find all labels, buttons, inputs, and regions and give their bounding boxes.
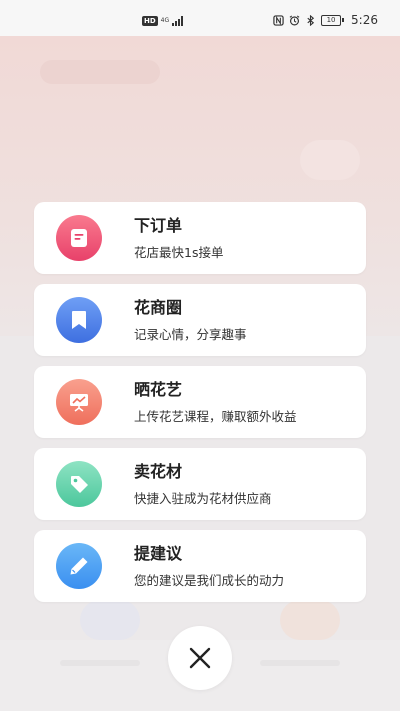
menu-item-subtitle: 您的建议是我们成长的动力 — [134, 573, 285, 588]
background-shape — [40, 60, 160, 84]
status-bar: HD 4G 10 5:26 — [0, 0, 400, 36]
network-type-label: 4G — [160, 17, 170, 24]
network-indicator: HD 4G — [142, 14, 183, 28]
menu-item-title: 花商圈 — [134, 298, 183, 317]
menu-item-suggestion[interactable]: 提建议 您的建议是我们成长的动力 — [34, 530, 366, 602]
clock: 5:26 — [351, 13, 378, 27]
menu-item-title: 晒花艺 — [134, 380, 183, 399]
order-icon-glyph — [71, 229, 87, 247]
menu-item-place-order[interactable]: 下订单 花店最快1s接单 — [34, 202, 366, 274]
background-shape — [60, 660, 140, 666]
bookmark-icon — [56, 297, 102, 343]
menu-item-subtitle: 上传花艺课程，赚取额外收益 — [134, 409, 297, 424]
menu-item-title: 卖花材 — [134, 462, 183, 481]
nfc-icon — [273, 14, 284, 26]
presentation-icon — [56, 379, 102, 425]
bookmark-icon-glyph — [72, 311, 86, 329]
battery-level: 10 — [321, 14, 342, 26]
pencil-icon-glyph — [70, 557, 88, 575]
pencil-icon — [56, 543, 102, 589]
menu-item-sell-materials[interactable]: 卖花材 快捷入驻成为花材供应商 — [34, 448, 366, 520]
bluetooth-icon — [307, 14, 315, 26]
presentation-icon-glyph — [70, 394, 88, 412]
menu-item-title: 提建议 — [134, 544, 183, 563]
alarm-icon — [289, 15, 300, 25]
hd-badge: HD — [142, 16, 158, 26]
close-button[interactable] — [168, 626, 232, 690]
menu-item-subtitle: 快捷入驻成为花材供应商 — [134, 491, 272, 506]
battery-icon: 10 — [321, 14, 345, 26]
background-shape — [80, 600, 140, 640]
menu-item-share-floral-art[interactable]: 晒花艺 上传花艺课程，赚取额外收益 — [34, 366, 366, 438]
status-icons: 10 5:26 — [273, 12, 378, 28]
price-tag-icon-glyph — [71, 476, 88, 493]
menu-item-title: 下订单 — [134, 216, 183, 235]
order-icon — [56, 215, 102, 261]
signal-icon — [171, 16, 183, 26]
close-icon — [189, 647, 211, 669]
menu-item-subtitle: 记录心情，分享趣事 — [134, 327, 247, 342]
background-shape — [280, 600, 340, 640]
background-shape — [260, 660, 340, 666]
network-type: 4G — [161, 18, 169, 24]
price-tag-icon — [56, 461, 102, 507]
background-shape — [300, 140, 360, 180]
menu-item-subtitle: 花店最快1s接单 — [134, 245, 224, 260]
menu-item-florist-circle[interactable]: 花商圈 记录心情，分享趣事 — [34, 284, 366, 356]
